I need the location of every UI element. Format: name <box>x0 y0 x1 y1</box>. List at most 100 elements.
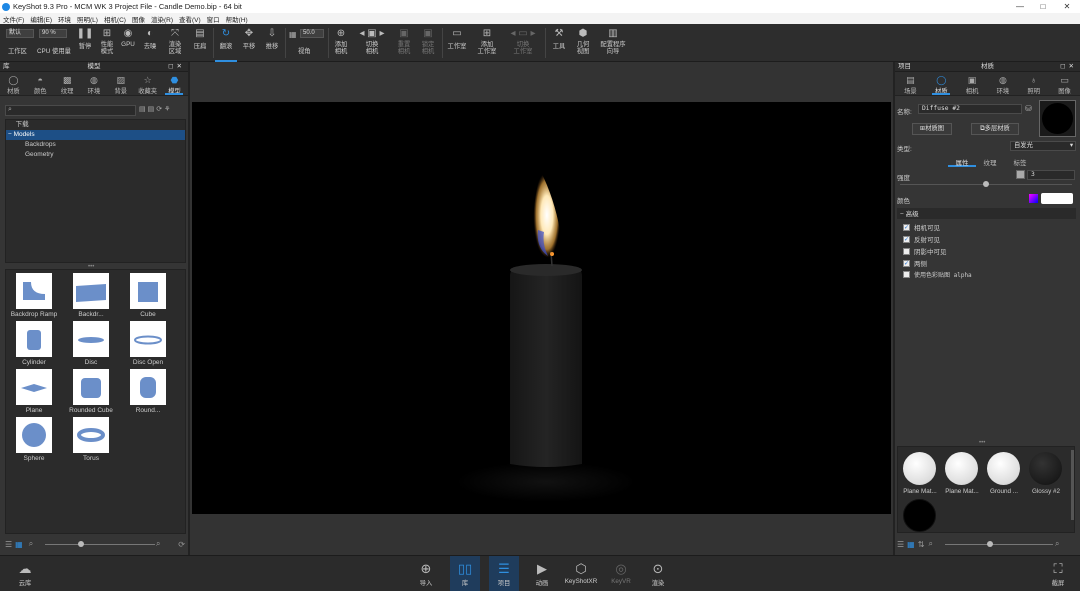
material-ball-diffuse-selected[interactable] <box>903 499 936 532</box>
configurator-button[interactable]: ▥ 配置程序 向导 <box>596 24 630 62</box>
workspace-select[interactable]: 默认 <box>6 29 34 38</box>
screenshot-button[interactable]: ⛶ 截屏 <box>1043 556 1073 591</box>
model-backdrop[interactable]: Backdr... <box>63 273 119 318</box>
thumbnail-size-slider-knob[interactable] <box>78 541 84 547</box>
project-tab-material[interactable]: ◯ 材质 <box>930 72 952 95</box>
menu-file[interactable]: 文件(F) <box>0 14 27 24</box>
project-tab-image[interactable]: ▭ 图像 <box>1054 72 1076 95</box>
library-search-input[interactable]: ⌕ <box>5 105 136 116</box>
intensity-slider-knob[interactable] <box>983 181 989 187</box>
model-cylinder[interactable]: Cylinder <box>6 321 62 366</box>
checkbox-checked[interactable]: ✓ <box>903 235 910 243</box>
real-time-render-view[interactable] <box>192 102 891 514</box>
zoom-out-icon[interactable]: ⌕ <box>928 539 932 549</box>
material-ball-plane-2[interactable] <box>945 452 978 485</box>
project-toggle-button[interactable]: ☰ 项目 <box>489 556 519 591</box>
tools-button[interactable]: ⚒ 工具 <box>547 24 571 62</box>
library-tab-color[interactable]: ◓ 颜色 <box>29 72 51 95</box>
menu-environment[interactable]: 环境 <box>55 14 74 24</box>
subtab-labels[interactable]: 标签 <box>1008 157 1032 167</box>
library-folder-actions[interactable]: ▤▤⟳⚘ <box>139 105 172 113</box>
option-two-sided[interactable]: ✓ 两侧 <box>903 258 927 268</box>
tree-item-models[interactable]: − Models <box>6 130 185 140</box>
maximize-button[interactable]: □ <box>1031 0 1055 13</box>
zoom-out-icon[interactable]: ⌕ <box>29 539 33 549</box>
performance-mode-button[interactable]: ⊞ 性能 模式 <box>96 24 118 62</box>
intensity-input[interactable]: 3 <box>1027 170 1075 180</box>
menu-help[interactable]: 帮助(H) <box>223 14 251 24</box>
close-button[interactable]: ✕ <box>1055 0 1079 13</box>
menu-lighting[interactable]: 照明(L) <box>74 14 101 24</box>
switch-studio-button[interactable]: ◂ ▭ ▸ 切换 工作室 <box>505 24 541 62</box>
reset-camera-button[interactable]: ▣ 重置 相机 <box>393 24 415 62</box>
model-torus[interactable]: Torus <box>63 417 119 462</box>
cloud-library-button[interactable]: ☁ 云库 <box>10 556 40 591</box>
checkbox-unchecked[interactable] <box>903 271 910 278</box>
minimize-button[interactable]: — <box>1008 0 1032 13</box>
flatten-button[interactable]: ▤ 压扁 <box>189 24 211 62</box>
model-sphere[interactable]: Sphere <box>6 417 62 462</box>
material-size-slider[interactable] <box>945 544 1053 545</box>
zoom-in-icon[interactable]: ⌕ <box>1055 539 1059 549</box>
dolly-button[interactable]: ⇩ 推移 <box>261 24 283 62</box>
grid-view-icon[interactable]: ▦ <box>907 540 915 549</box>
zoom-in-icon[interactable]: ⌕ <box>156 539 160 549</box>
model-cube[interactable]: Cube <box>120 273 176 318</box>
library-tab-texture[interactable]: ▩ 纹理 <box>56 72 78 95</box>
option-visible-to-camera[interactable]: ✓ 相机可见 <box>903 222 940 232</box>
model-disc[interactable]: Disc <box>63 321 119 366</box>
model-rounded-cube[interactable]: Rounded Cube <box>63 369 119 414</box>
subtab-properties[interactable]: 属性 <box>948 157 976 167</box>
grid-view-icon[interactable]: ▦ <box>15 540 23 549</box>
pan-button[interactable]: ✥ 平移 <box>238 24 260 62</box>
material-name-input[interactable]: Diffuse #2 <box>918 104 1022 114</box>
advanced-section-header[interactable]: − 高级 <box>897 208 1076 219</box>
lock-camera-button[interactable]: ▣ 锁定 相机 <box>417 24 439 62</box>
tumble-button[interactable]: ↻ 翻滚 <box>215 24 237 62</box>
material-size-slider-knob[interactable] <box>987 541 993 547</box>
emissive-color-swatch[interactable] <box>1041 193 1073 204</box>
add-camera-button[interactable]: ⊕ 添加 相机 <box>330 24 352 62</box>
refresh-icon[interactable]: ⟳ <box>178 540 185 549</box>
project-tab-camera[interactable]: ▣ 相机 <box>961 72 983 95</box>
checkbox-checked[interactable]: ✓ <box>903 223 910 231</box>
project-tab-scene[interactable]: ▤ 场景 <box>899 72 921 95</box>
render-button[interactable]: ⊙ 渲染 <box>643 556 673 591</box>
region-render-button[interactable]: ⤧ 渲染 区域 <box>162 24 188 62</box>
option-use-color-map-alpha[interactable]: 使用色彩贴图 alpha <box>903 270 972 279</box>
menu-view[interactable]: 查看(V) <box>176 14 204 24</box>
model-rounded-cylinder[interactable]: Round... <box>120 369 176 414</box>
panel-float-close-icons[interactable]: ◻✕ <box>168 62 185 72</box>
option-visible-in-reflections[interactable]: ✓ 反射可见 <box>903 234 940 244</box>
library-tab-material[interactable]: ◯ 材质 <box>2 72 24 95</box>
tree-item-backdrops[interactable]: Backdrops <box>6 140 185 150</box>
model-plane[interactable]: Plane <box>6 369 62 414</box>
cpu-usage-input[interactable]: 90 % <box>39 29 67 38</box>
menu-window[interactable]: 窗口 <box>204 14 223 24</box>
model-disc-open[interactable]: Disc Open <box>120 321 176 366</box>
materials-scrollbar[interactable] <box>1071 450 1074 520</box>
thumbnail-size-slider[interactable] <box>45 544 155 545</box>
gpu-button[interactable]: ◉ GPU <box>118 24 138 62</box>
sort-icon[interactable]: ⇅ <box>918 540 925 549</box>
project-tab-lighting[interactable]: ♁ 照明 <box>1023 72 1045 95</box>
material-ball-glossy[interactable] <box>1029 452 1062 485</box>
library-tab-environment[interactable]: ◍ 环境 <box>83 72 105 95</box>
denoise-button[interactable]: ◐ 去噪 <box>139 24 161 62</box>
save-material-icon[interactable]: ⛁ <box>1025 104 1032 113</box>
library-toggle-button[interactable]: ▯▯ 库 <box>450 556 480 591</box>
option-visible-in-shadows[interactable]: 阴影中可见 <box>903 246 947 256</box>
add-studio-button[interactable]: ⊞ 添加 工作室 <box>474 24 500 62</box>
material-graph-button[interactable]: ⊞材质图 <box>912 123 952 135</box>
color-picker-icon[interactable] <box>1029 194 1038 203</box>
checkbox-checked[interactable]: ✓ <box>903 259 910 267</box>
library-tab-models[interactable]: ⬣ 模型 <box>163 72 185 95</box>
tree-item-downloads[interactable]: 下载 <box>6 120 185 130</box>
texture-map-icon[interactable] <box>1016 170 1025 179</box>
pause-button[interactable]: ❚❚ 暂停 <box>74 24 96 62</box>
import-button[interactable]: ⊕ 导入 <box>411 556 441 591</box>
material-ball-ground[interactable] <box>987 452 1020 485</box>
keyvr-button[interactable]: ◎ KeyVR <box>606 556 636 591</box>
material-type-select[interactable]: 自发光 ▾ <box>1010 141 1076 151</box>
material-ball-plane-1[interactable] <box>903 452 936 485</box>
